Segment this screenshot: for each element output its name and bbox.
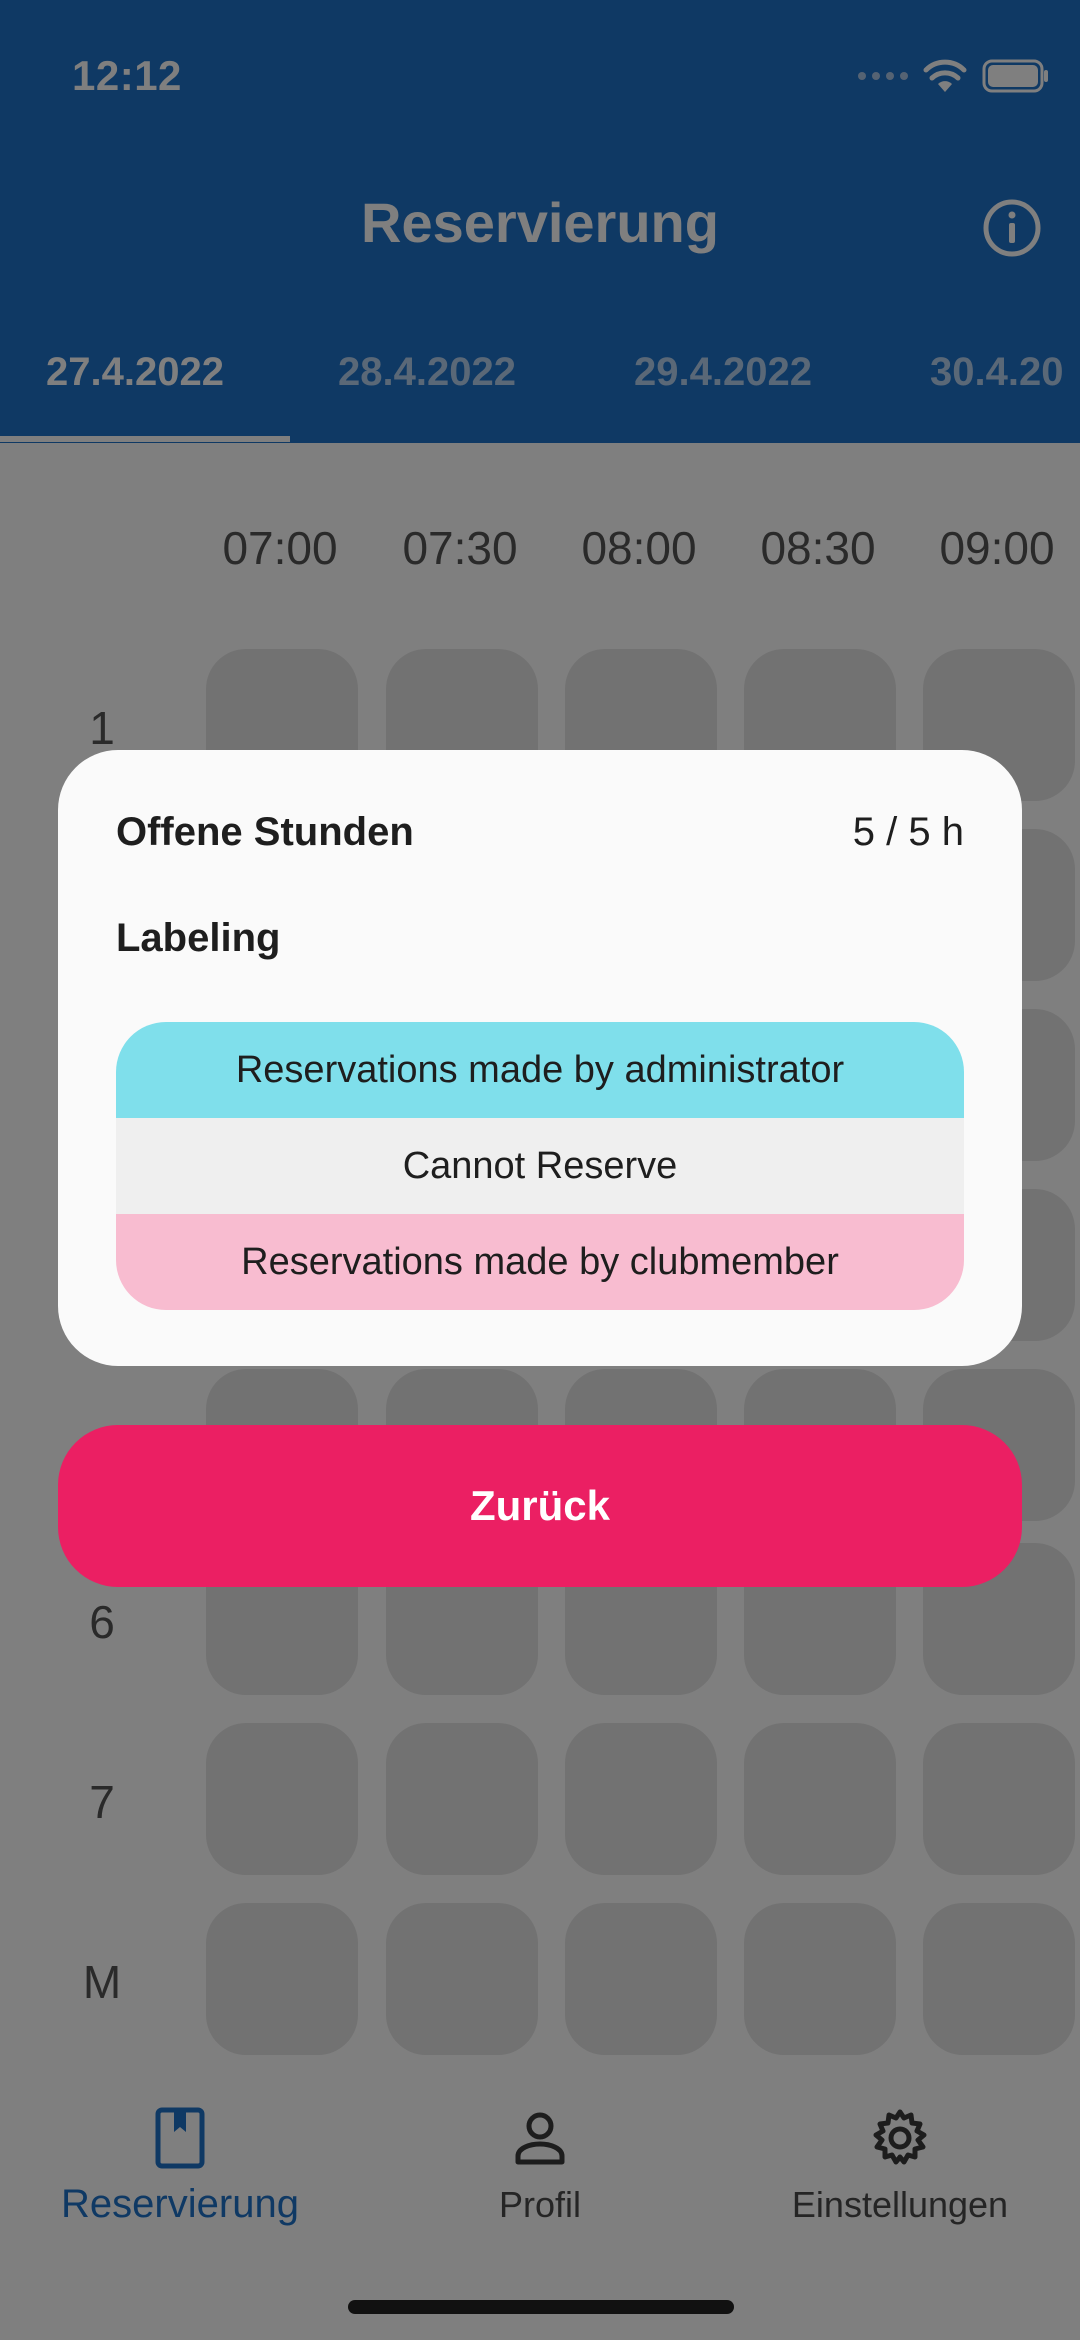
open-hours-dialog: Offene Stunden 5 / 5 h Labeling Reservat…: [58, 750, 1022, 1366]
back-button[interactable]: Zurück: [58, 1425, 1022, 1587]
color-legend: Reservations made by administrator Canno…: [116, 1022, 964, 1310]
remaining-hours: 5 / 5 h: [852, 810, 964, 854]
home-indicator: [348, 2300, 734, 2314]
legend-item-administrator: Reservations made by administrator: [116, 1022, 964, 1118]
legend-heading: Labeling: [116, 916, 281, 960]
dialog-title: Offene Stunden: [116, 810, 414, 854]
legend-item-cannot-reserve: Cannot Reserve: [116, 1118, 964, 1214]
legend-item-clubmember: Reservations made by clubmember: [116, 1214, 964, 1310]
